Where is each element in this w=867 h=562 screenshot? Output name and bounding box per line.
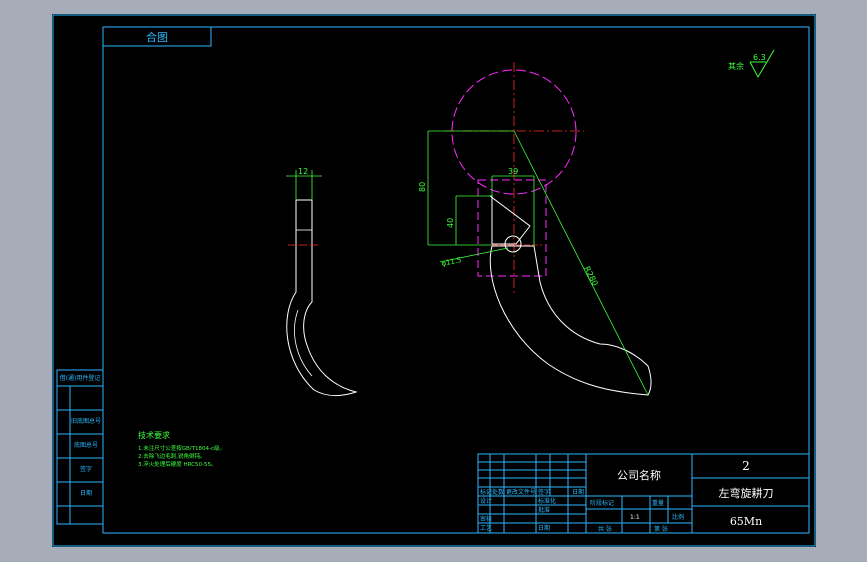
company-name: 公司名称 [617,468,661,482]
label-check: 审核 [480,515,492,523]
dim-hole-diameter: φ11.5 [441,256,462,268]
sheets-total: 共 张 [598,525,612,533]
label-weight: 重量 [652,499,664,507]
blade-front-view: 80 40 39 φ11.5 R280 [418,62,652,396]
row-label-date: 日期 [572,488,584,496]
left-col-0: 借(通)用件登记 [60,374,101,382]
left-column-table: 借(通)用件登记 旧底图总号 底图总号 签字 日期 [56,369,104,525]
drawing-sheet: 合图 其余 6.3 12 80 40 39 φ11.5 R280 技术要求 1.… [52,14,816,547]
label-approve: 批准 [538,506,550,514]
left-col-5: 日期 [80,489,92,497]
label-standard: 标准化 [538,497,556,505]
left-col-3: 底图总号 [74,441,98,449]
row-label-sign: 签字 [538,488,550,496]
left-col-4: 签字 [80,465,92,473]
title-box-label: 合图 [146,30,168,44]
label-design: 设计 [480,497,492,505]
row-label-count: 处数 [492,488,504,496]
title-block: 标记 处数 更改文件号 签字 日期 设计 标准化 审核 批准 工艺 日期 公司名… [477,453,810,534]
dim-hole-offset: 39 [508,167,518,176]
dim-radius: R280 [582,265,599,288]
material: 65Mn [730,515,762,528]
label-date: 日期 [538,524,550,532]
dim-blade-thickness: 12 [298,167,308,176]
inner-frame [102,26,810,534]
label-stage: 阶段标记 [590,499,614,507]
blade-side-view: 12 [286,167,358,396]
left-col-2: 旧底图总号 [71,417,101,425]
dim-height-upper: 80 [418,182,427,192]
roughness-label: 其余 [728,61,744,71]
label-scale: 比例 [672,513,684,521]
tech-req-line-1: 1.未注尺寸公差按GB/T1804-c级。 [138,444,225,452]
scale-value: 1:1 [630,514,640,521]
dim-height-lower: 40 [446,218,455,228]
label-process: 工艺 [480,524,492,532]
row-label-mark: 标记 [480,488,492,496]
sheet-number: 第 张 [654,525,668,533]
quantity: 2 [742,459,750,473]
roughness-symbol: 其余 6.3 [728,49,775,79]
tech-req-line-2: 2.去除飞边毛刺,锐角倒钝。 [138,452,206,460]
tech-req-heading: 技术要求 [138,430,170,440]
technical-requirements: 技术要求 1.未注尺寸公差按GB/T1804-c级。 2.去除飞边毛刺,锐角倒钝… [138,430,225,468]
part-name: 左弯旋耕刀 [719,486,774,500]
row-label-doc: 更改文件号 [506,488,536,496]
roughness-value: 6.3 [753,53,766,62]
tech-req-line-3: 3.淬火处理后硬度 HRC50-55。 [138,460,217,468]
cad-drawing: 合图 其余 6.3 12 80 40 39 φ11.5 R280 技术要求 1.… [52,14,816,547]
